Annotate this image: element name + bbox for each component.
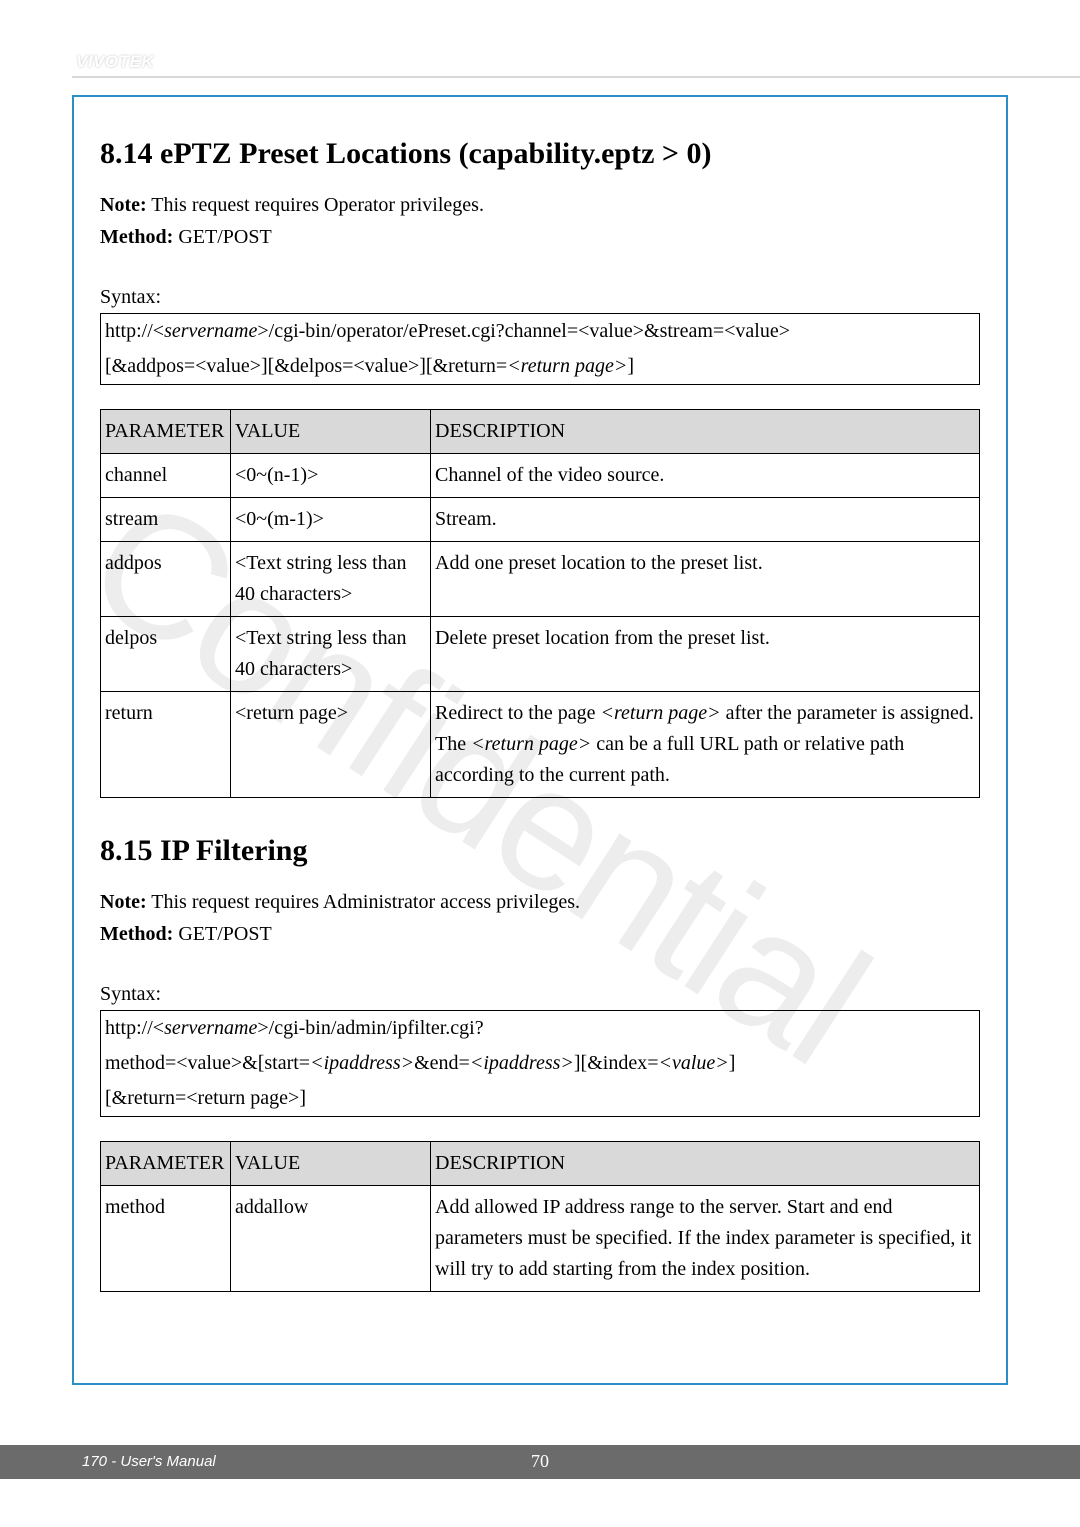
- section-title-eptz: 8.14 ePTZ Preset Locations (capability.e…: [100, 137, 980, 171]
- desc-text: Redirect to the page: [435, 702, 601, 724]
- cell-desc: Channel of the video source.: [431, 454, 980, 498]
- cell-param: addpos: [101, 542, 231, 617]
- syntax-row: http://<servername>/cgi-bin/admin/ipfilt…: [101, 1011, 979, 1046]
- syntax-box-2: http://<servername>/cgi-bin/admin/ipfilt…: [100, 1010, 980, 1117]
- cell-param: delpos: [101, 617, 231, 692]
- syntax-row: [&addpos=<value>][&delpos=<value>][&retu…: [101, 349, 979, 384]
- content-body: 8.14 ePTZ Preset Locations (capability.e…: [100, 137, 980, 1292]
- desc-text-italic: <return page>: [601, 702, 721, 724]
- note-label: Note:: [100, 194, 147, 216]
- params-table-1: PARAMETER VALUE DESCRIPTION channel <0~(…: [100, 409, 980, 798]
- cell-desc: Add allowed IP address range to the serv…: [431, 1186, 980, 1292]
- table-row: delpos <Text string less than 40 charact…: [101, 617, 980, 692]
- syntax-label-2: Syntax:: [100, 978, 980, 1010]
- syntax-text: [&return=<return page>]: [105, 1087, 306, 1109]
- syntax-text: ]: [729, 1052, 736, 1074]
- syntax-text: &end=: [414, 1052, 470, 1074]
- syntax-text: >/cgi-bin/admin/ipfilter.cgi?: [257, 1017, 483, 1039]
- syntax-row: http://<servername>/cgi-bin/operator/ePr…: [101, 314, 979, 349]
- syntax-text-italic: servername: [164, 320, 257, 342]
- syntax-text-italic: servername: [164, 1017, 257, 1039]
- cell-value: <0~(m-1)>: [231, 498, 431, 542]
- params-table-2: PARAMETER VALUE DESCRIPTION method addal…: [100, 1141, 980, 1292]
- table-row: addpos <Text string less than 40 charact…: [101, 542, 980, 617]
- th-value: VALUE: [231, 410, 431, 454]
- content-frame: Confidential 8.14 ePTZ Preset Locations …: [72, 95, 1008, 1385]
- syntax-row: [&return=<return page>]: [101, 1081, 979, 1116]
- syntax-text: ]: [627, 355, 634, 377]
- syntax-text-italic: <ipaddress>: [310, 1052, 414, 1074]
- table-row: channel <0~(n-1)> Channel of the video s…: [101, 454, 980, 498]
- syntax-text: http://<: [105, 320, 164, 342]
- footer-page-number: 70: [0, 1451, 1080, 1472]
- cell-desc: Delete preset location from the preset l…: [431, 617, 980, 692]
- page: VIVOTEK Confidential 8.14 ePTZ Preset Lo…: [0, 0, 1080, 1527]
- note-line-2: Note: This request requires Administrato…: [100, 886, 980, 918]
- method-text: GET/POST: [173, 226, 271, 248]
- table-header-row: PARAMETER VALUE DESCRIPTION: [101, 410, 980, 454]
- footer-bar: 170 - User's Manual 70: [0, 1445, 1080, 1479]
- th-description: DESCRIPTION: [431, 1142, 980, 1186]
- section-title-ipfilter: 8.15 IP Filtering: [100, 834, 980, 868]
- cell-value: <Text string less than 40 characters>: [231, 542, 431, 617]
- syntax-row: method=<value>&[start=<ipaddress>&end=<i…: [101, 1046, 979, 1081]
- header-bar: VIVOTEK: [72, 48, 1080, 78]
- cell-param: channel: [101, 454, 231, 498]
- syntax-text: http://<: [105, 1017, 164, 1039]
- table-row: return <return page> Redirect to the pag…: [101, 692, 980, 798]
- method-line-2: Method: GET/POST: [100, 918, 980, 950]
- syntax-text-italic: <value>: [658, 1052, 728, 1074]
- cell-value: <return page>: [231, 692, 431, 798]
- cell-value: addallow: [231, 1186, 431, 1292]
- note-text: This request requires Administrator acce…: [147, 891, 580, 913]
- th-value: VALUE: [231, 1142, 431, 1186]
- cell-value: <0~(n-1)>: [231, 454, 431, 498]
- cell-desc: Stream.: [431, 498, 980, 542]
- note-text: This request requires Operator privilege…: [147, 194, 484, 216]
- syntax-text: >/cgi-bin/operator/ePreset.cgi?channel=<…: [257, 320, 790, 342]
- syntax-label-1: Syntax:: [100, 281, 980, 313]
- note-line-1: Note: This request requires Operator pri…: [100, 189, 980, 221]
- cell-value: <Text string less than 40 characters>: [231, 617, 431, 692]
- cell-desc: Add one preset location to the preset li…: [431, 542, 980, 617]
- method-text: GET/POST: [173, 923, 271, 945]
- table-row: method addallow Add allowed IP address r…: [101, 1186, 980, 1292]
- th-description: DESCRIPTION: [431, 410, 980, 454]
- cell-param: method: [101, 1186, 231, 1292]
- table-header-row: PARAMETER VALUE DESCRIPTION: [101, 1142, 980, 1186]
- method-label: Method:: [100, 226, 173, 248]
- desc-text-italic: <return page>: [471, 733, 591, 755]
- table-row: stream <0~(m-1)> Stream.: [101, 498, 980, 542]
- method-label: Method:: [100, 923, 173, 945]
- syntax-text-italic: <return page>: [507, 355, 627, 377]
- syntax-text-italic: <ipaddress>: [470, 1052, 574, 1074]
- syntax-text: [&addpos=<value>][&delpos=<value>][&retu…: [105, 355, 507, 377]
- syntax-text: method=<value>&[start=: [105, 1052, 310, 1074]
- method-line-1: Method: GET/POST: [100, 221, 980, 253]
- syntax-box-1: http://<servername>/cgi-bin/operator/ePr…: [100, 313, 980, 385]
- cell-param: stream: [101, 498, 231, 542]
- brand-logo: VIVOTEK: [76, 52, 154, 72]
- th-parameter: PARAMETER: [101, 1142, 231, 1186]
- cell-param: return: [101, 692, 231, 798]
- cell-desc: Redirect to the page <return page> after…: [431, 692, 980, 798]
- note-label: Note:: [100, 891, 147, 913]
- syntax-text: ][&index=: [574, 1052, 659, 1074]
- th-parameter: PARAMETER: [101, 410, 231, 454]
